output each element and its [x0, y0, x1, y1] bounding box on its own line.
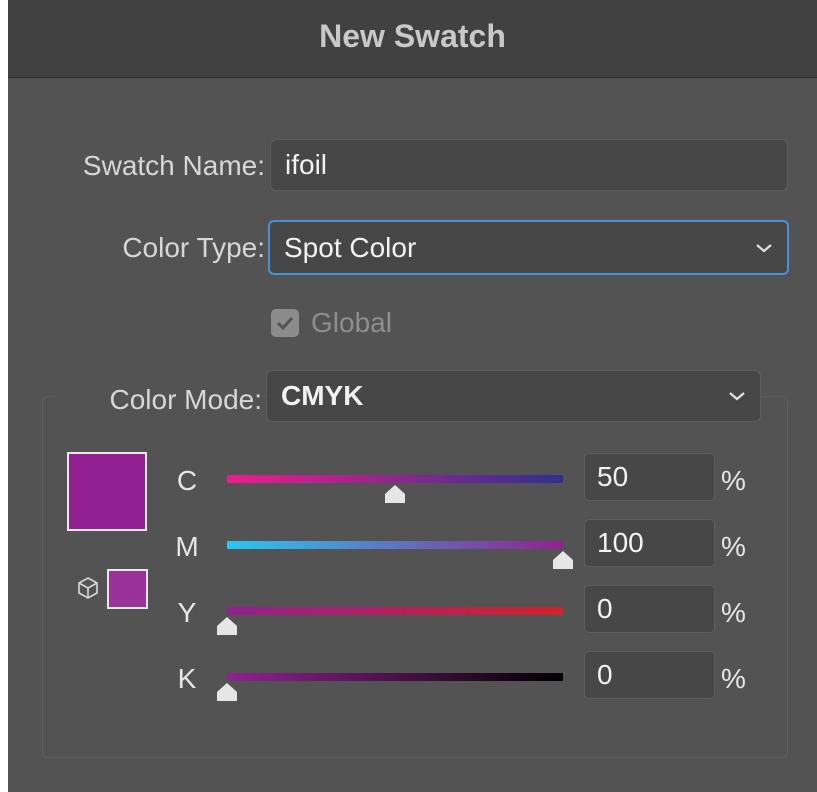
- web-safe-cube-icon[interactable]: [76, 576, 100, 600]
- color-type-value: Spot Color: [284, 231, 417, 263]
- current-color-swatch: [67, 452, 147, 531]
- channel-value-y[interactable]: 0: [584, 585, 715, 633]
- swatch-name-input[interactable]: ifoil: [270, 139, 788, 191]
- slider-thumb-m[interactable]: [551, 551, 575, 571]
- color-mode-group: [42, 396, 788, 758]
- checkmark-icon: [276, 316, 294, 331]
- percent-unit-label: %: [721, 531, 746, 562]
- global-checkbox-row[interactable]: Global: [271, 303, 392, 343]
- color-mode-value: CMYK: [281, 380, 364, 411]
- global-checkbox[interactable]: [271, 309, 299, 337]
- color-type-label: Color Type:: [122, 232, 265, 263]
- channel-label-y: Y: [177, 597, 197, 628]
- slider-track-y[interactable]: [227, 607, 563, 615]
- channel-label-c: C: [176, 465, 198, 496]
- channel-label-m: M: [175, 531, 199, 562]
- slider-thumb-c[interactable]: [383, 485, 407, 505]
- channel-value-k[interactable]: 0: [584, 651, 715, 699]
- percent-unit-label: %: [721, 465, 746, 496]
- slider-track-k[interactable]: [227, 673, 563, 681]
- channel-value-m[interactable]: 100: [584, 519, 715, 567]
- global-label: Global: [311, 307, 392, 338]
- channel-value-text: 100: [597, 527, 644, 558]
- chevron-down-icon: [756, 243, 772, 252]
- color-type-select[interactable]: Spot Color: [268, 220, 789, 275]
- slider-thumb-y[interactable]: [215, 617, 239, 637]
- percent-unit-label: %: [721, 663, 746, 694]
- channel-label-k: K: [177, 663, 197, 694]
- swatch-name-value: ifoil: [285, 149, 328, 180]
- web-safe-color-swatch[interactable]: [107, 569, 148, 609]
- slider-thumb-k[interactable]: [215, 683, 239, 703]
- percent-unit-label: %: [721, 597, 746, 628]
- channel-value-text: 0: [597, 659, 613, 690]
- new-swatch-dialog: New Swatch Swatch Name: ifoil Color Type…: [8, 0, 817, 792]
- swatch-name-label: Swatch Name:: [82, 150, 265, 181]
- channel-value-text: 0: [597, 593, 613, 624]
- color-mode-label: Color Mode:: [109, 384, 262, 415]
- slider-track-c[interactable]: [227, 475, 563, 483]
- slider-track-m[interactable]: [227, 541, 563, 549]
- channel-value-text: 50: [597, 461, 629, 492]
- chevron-down-icon: [729, 392, 745, 401]
- channel-value-c[interactable]: 50: [584, 453, 715, 501]
- color-mode-select[interactable]: CMYK: [266, 370, 761, 422]
- dialog-title: New Swatch: [8, 0, 817, 78]
